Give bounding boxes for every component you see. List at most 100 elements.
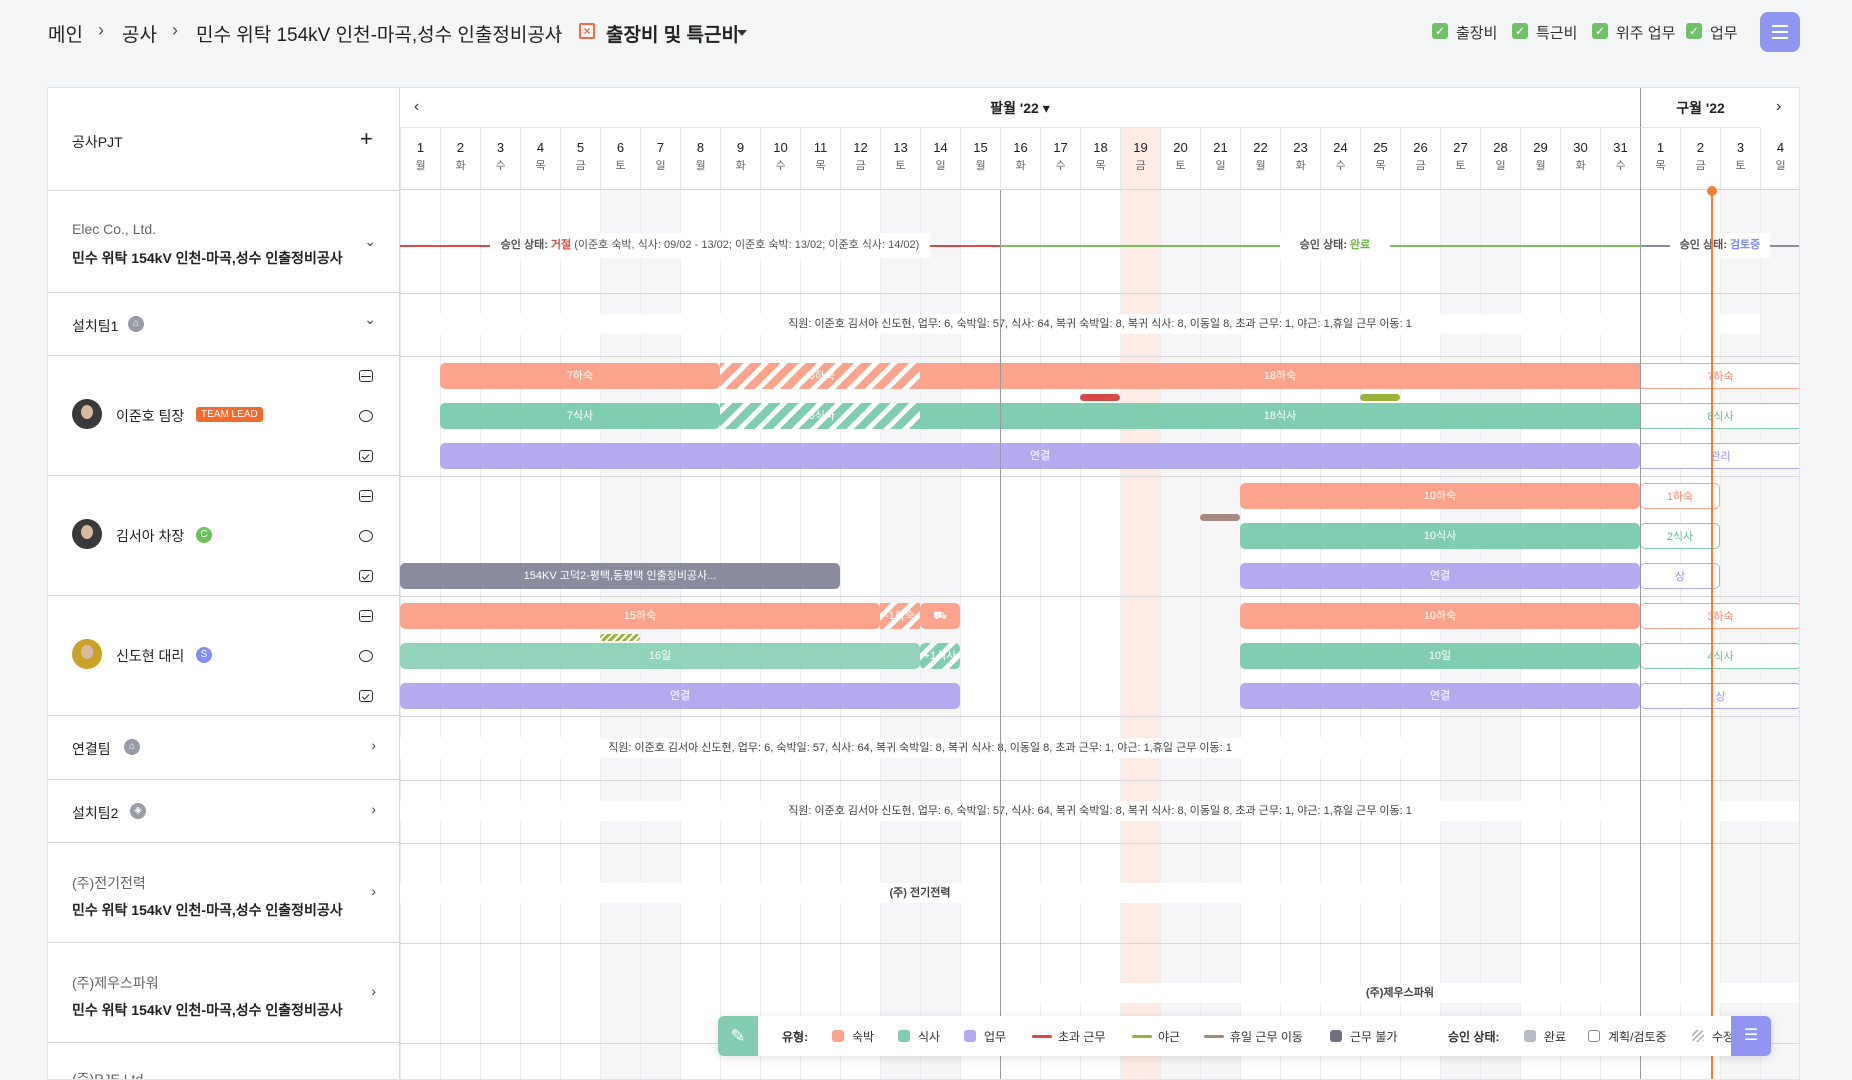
day-header[interactable]: 6토 [600,128,640,190]
day-header[interactable]: 2화 [440,128,480,190]
work-bar-planned[interactable]: 관리 [1640,443,1799,469]
menu-button[interactable] [1760,12,1800,52]
night-work-marker[interactable] [1360,394,1400,401]
member-row[interactable]: 이준호 팀장 TEAM LEAD [48,356,400,476]
day-header[interactable]: 17 수 [1040,128,1080,190]
checkbox-icon[interactable]: ✓ [1686,23,1702,39]
day-header[interactable]: 19 금 [1120,128,1160,190]
checkbox-icon[interactable]: ✓ [1432,23,1448,39]
day-header[interactable]: 25 목 [1360,128,1400,190]
other-project-bar[interactable]: 154KV 고덕2-평택,동평택 인출정비공사... [400,563,840,589]
list-icon[interactable]: ☰ [1731,1016,1771,1056]
day-header[interactable]: 3수 [480,128,520,190]
day-header[interactable]: 10 수 [760,128,800,190]
day-header[interactable]: 15 월 [960,128,1000,190]
day-header[interactable]: 29 월 [1520,128,1560,190]
meal-bar[interactable]: 16일 [400,643,920,669]
day-header[interactable]: 9화 [720,128,760,190]
day-header[interactable]: 5금 [560,128,600,190]
meal-bar-modified[interactable]: +1식사 [920,643,960,669]
breadcrumb-home[interactable]: 메인 [48,20,83,47]
work-bar-planned[interactable]: 상 [1640,563,1720,589]
meal-bar-planned[interactable]: 8식사 [1640,403,1799,429]
work-bar[interactable]: 연결 [440,443,1640,469]
chevron-right-icon[interactable]: › [371,983,376,999]
day-header[interactable]: 14 일 [920,128,960,190]
day-header[interactable]: 24 수 [1320,128,1360,190]
day-header[interactable]: 26 금 [1400,128,1440,190]
member-row[interactable]: 신도현 대리 S [48,596,400,716]
work-bar[interactable]: 연결 [1240,563,1640,589]
chevron-down-icon[interactable] [737,30,747,36]
lodging-bar[interactable]: 10하숙 [1240,483,1640,509]
day-header[interactable]: 21 일 [1200,128,1240,190]
breadcrumb-construction[interactable]: 공사 [122,20,157,47]
holiday-move-marker[interactable] [1200,514,1240,521]
day-header[interactable]: 4일 [1760,128,1799,190]
day-header[interactable]: 7일 [640,128,680,190]
chevron-right-icon[interactable]: › [371,737,376,753]
checkbox-icon[interactable]: ✓ [1512,23,1528,39]
day-header[interactable]: 30 화 [1560,128,1600,190]
next-month-icon[interactable]: › [1776,98,1781,116]
truck-icon[interactable]: ⛟ [920,603,960,629]
day-header[interactable]: 13 토 [880,128,920,190]
team-row[interactable]: 설치팀1 ⌂ ⌄ [48,293,400,356]
company-row[interactable]: (주)PJE Ltd. [48,1043,400,1079]
work-bar-planned[interactable]: 상 [1640,683,1799,709]
lodging-bar-planned[interactable]: 1하숙 [1640,483,1720,509]
day-header[interactable]: 1목 [1640,128,1680,190]
day-header[interactable]: 16 화 [1000,128,1040,190]
member-row[interactable]: 김서아 차장 C [48,476,400,596]
add-icon[interactable]: + [360,126,373,152]
lodging-bar-modified[interactable]: -5하숙 [720,363,920,389]
day-header[interactable]: 1월 [400,128,440,190]
checkbox-icon[interactable]: ✓ [1592,23,1608,39]
meal-bar-planned[interactable]: 2식사 [1640,523,1720,549]
day-header[interactable]: 8월 [680,128,720,190]
meal-bar[interactable]: 10식사 [1240,523,1640,549]
lodging-bar[interactable]: 18하숙 [920,363,1640,389]
month-august[interactable]: 팔월 '22 ▾ [400,88,1640,128]
overtime-marker[interactable] [1080,394,1120,401]
day-header[interactable]: 18 목 [1080,128,1120,190]
day-header[interactable]: 27 토 [1440,128,1480,190]
team-row[interactable]: 연결팀 ⌂ › [48,716,400,780]
company-row[interactable]: Elec Co., Ltd. 민수 위탁 154kV 인천-마곡,성수 인출정비… [48,191,400,293]
lodging-bar[interactable]: 10하숙 [1240,603,1640,629]
day-header[interactable]: 4목 [520,128,560,190]
lodging-bar-modified[interactable]: -1하숙 [880,603,920,629]
team-row[interactable]: 설치팀2 ◈ › [48,780,400,843]
meal-bar-modified[interactable]: -5식사 [720,403,920,429]
month-september[interactable]: 구월 '22 [1640,88,1760,128]
lodging-bar[interactable]: 15하숙 [400,603,880,629]
day-header[interactable]: 22 월 [1240,128,1280,190]
night-work-marker[interactable] [600,634,640,641]
day-header[interactable]: 31 수 [1600,128,1640,190]
breadcrumb-current[interactable]: 출장비 및 특근비 [606,20,739,47]
company-row[interactable]: (주)전기전력 민수 위탁 154kV 인천-마곡,성수 인출정비공사 › [48,843,400,943]
lodging-bar-planned[interactable]: 7하숙 [1640,363,1799,389]
chevron-down-icon[interactable]: ⌄ [364,233,376,250]
chevron-right-icon[interactable]: › [371,801,376,817]
company-row[interactable]: (주)제우스파워 민수 위탁 154kV 인천-마곡,성수 인출정비공사 › [48,943,400,1043]
breadcrumb-project[interactable]: 민수 위탁 154kV 인천-마곡,성수 인출정비공사 [196,20,562,47]
chevron-right-icon[interactable]: › [371,883,376,899]
day-header[interactable]: 11 목 [800,128,840,190]
work-bar[interactable]: 연결 [1240,683,1640,709]
day-header[interactable]: 28 일 [1480,128,1520,190]
day-header[interactable]: 2금 [1680,128,1720,190]
meal-bar-planned[interactable]: 4식사 [1640,643,1799,669]
day-header[interactable]: 20 토 [1160,128,1200,190]
chevron-down-icon[interactable]: ⌄ [364,311,376,328]
meal-bar[interactable]: 10일 [1240,643,1640,669]
work-bar[interactable]: 연결 [400,683,960,709]
pencil-icon[interactable]: ✎ [718,1016,758,1056]
day-header[interactable]: 12 금 [840,128,880,190]
meal-bar[interactable]: 18식사 [920,403,1640,429]
lodging-bar-planned[interactable]: 3하숙 [1640,603,1799,629]
meal-bar[interactable]: 7식사 [440,403,720,429]
day-header[interactable]: 23 화 [1280,128,1320,190]
lodging-bar[interactable]: 7하숙 [440,363,720,389]
day-header[interactable]: 3토 [1720,128,1760,190]
